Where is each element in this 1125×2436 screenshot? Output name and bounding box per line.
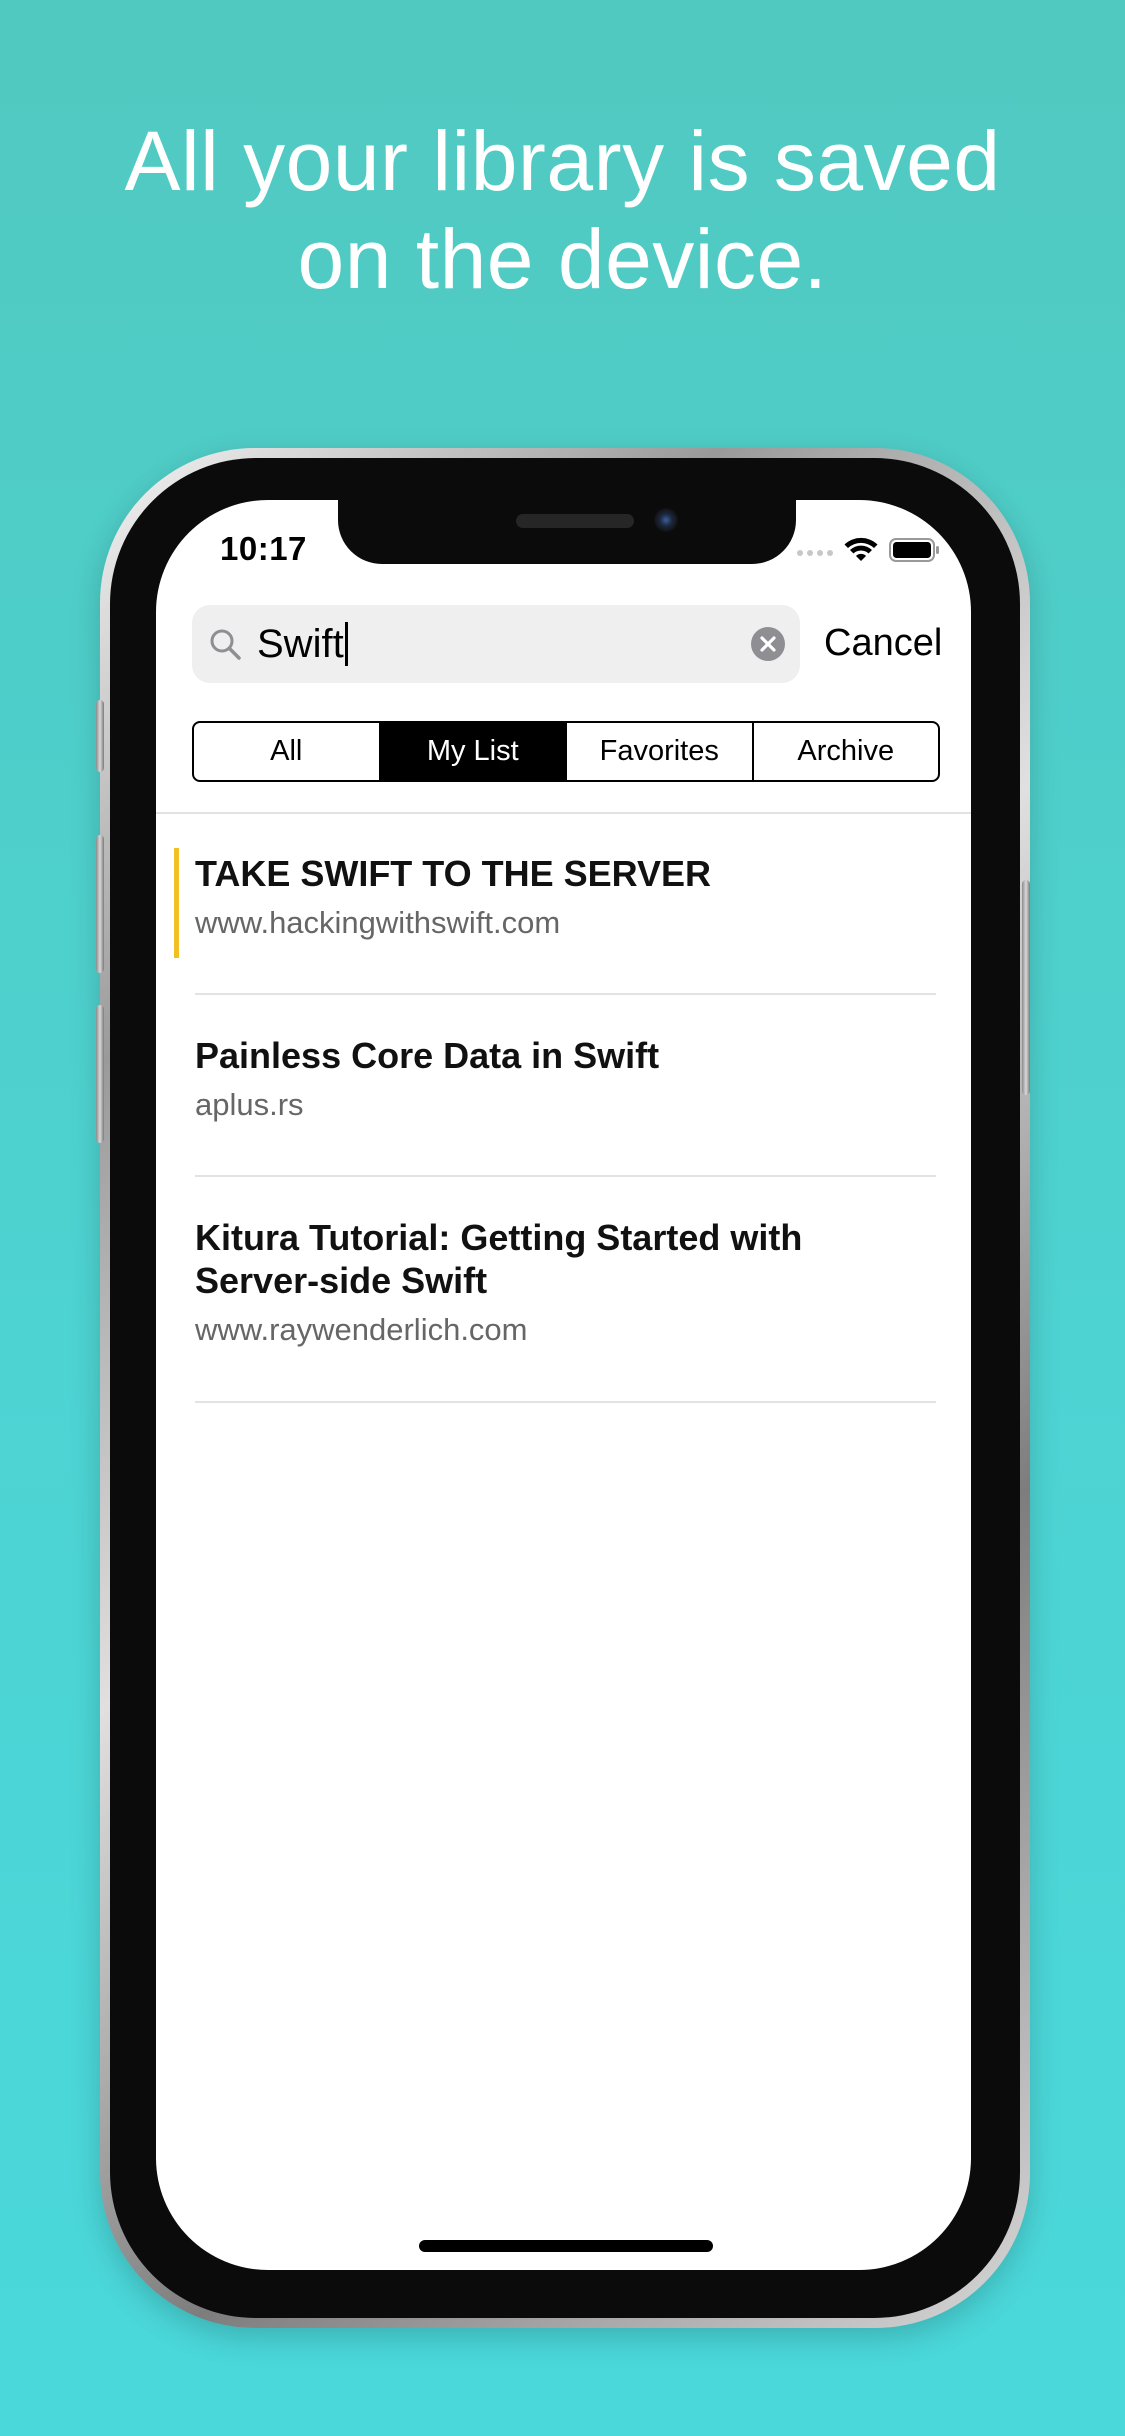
header-divider	[156, 812, 971, 814]
volume-up-button	[96, 835, 104, 973]
phone-screen: 10:17 Swift Cancel All My List Favorites…	[156, 500, 971, 2270]
segment-favorites[interactable]: Favorites	[565, 723, 752, 780]
power-button	[1022, 880, 1030, 1095]
search-input-text: Swift	[257, 622, 344, 666]
clear-search-icon[interactable]	[750, 626, 786, 662]
item-title: Kitura Tutorial: Getting Started with Se…	[195, 1217, 803, 1301]
item-title: TAKE SWIFT TO THE SERVER	[195, 853, 712, 894]
segment-all[interactable]: All	[194, 723, 379, 780]
text-cursor	[344, 622, 348, 666]
item-domain: aplus.rs	[195, 1087, 304, 1122]
item-title: Painless Core Data in Swift	[195, 1035, 660, 1076]
list-item[interactable]: Painless Core Data in Swift aplus.rs	[195, 1034, 935, 1125]
home-indicator[interactable]	[419, 2240, 713, 2252]
item-domain: www.raywenderlich.com	[195, 1312, 528, 1347]
list-item[interactable]: TAKE SWIFT TO THE SERVER www.hackingwith…	[195, 852, 935, 943]
search-icon	[208, 627, 244, 663]
headline: All your library is saved on the device.	[0, 112, 1125, 308]
cancel-button[interactable]: Cancel	[824, 618, 942, 668]
status-time: 10:17	[220, 530, 307, 567]
battery-icon	[889, 537, 941, 568]
headline-line-2: on the device.	[297, 212, 828, 306]
segment-my-list[interactable]: My List	[378, 723, 565, 780]
wifi-icon	[843, 536, 879, 569]
headline-line-1: All your library is saved	[124, 114, 1001, 208]
segment-archive[interactable]: Archive	[751, 723, 939, 780]
list-separator	[195, 993, 936, 995]
status-icons	[797, 536, 941, 569]
search-input[interactable]: Swift	[257, 619, 348, 669]
front-camera	[654, 508, 678, 532]
search-field[interactable]: Swift	[192, 605, 800, 683]
list-separator	[195, 1175, 936, 1177]
segmented-control: All My List Favorites Archive	[192, 721, 940, 782]
volume-down-button	[96, 1005, 104, 1143]
list-separator	[195, 1401, 936, 1403]
speaker-grille	[516, 514, 634, 528]
notch	[338, 500, 796, 564]
highlight-marker	[174, 848, 179, 958]
silent-switch	[96, 700, 104, 772]
list-item[interactable]: Kitura Tutorial: Getting Started with Se…	[195, 1216, 935, 1350]
cellular-signal-icon	[797, 549, 833, 556]
item-domain: www.hackingwithswift.com	[195, 905, 561, 940]
